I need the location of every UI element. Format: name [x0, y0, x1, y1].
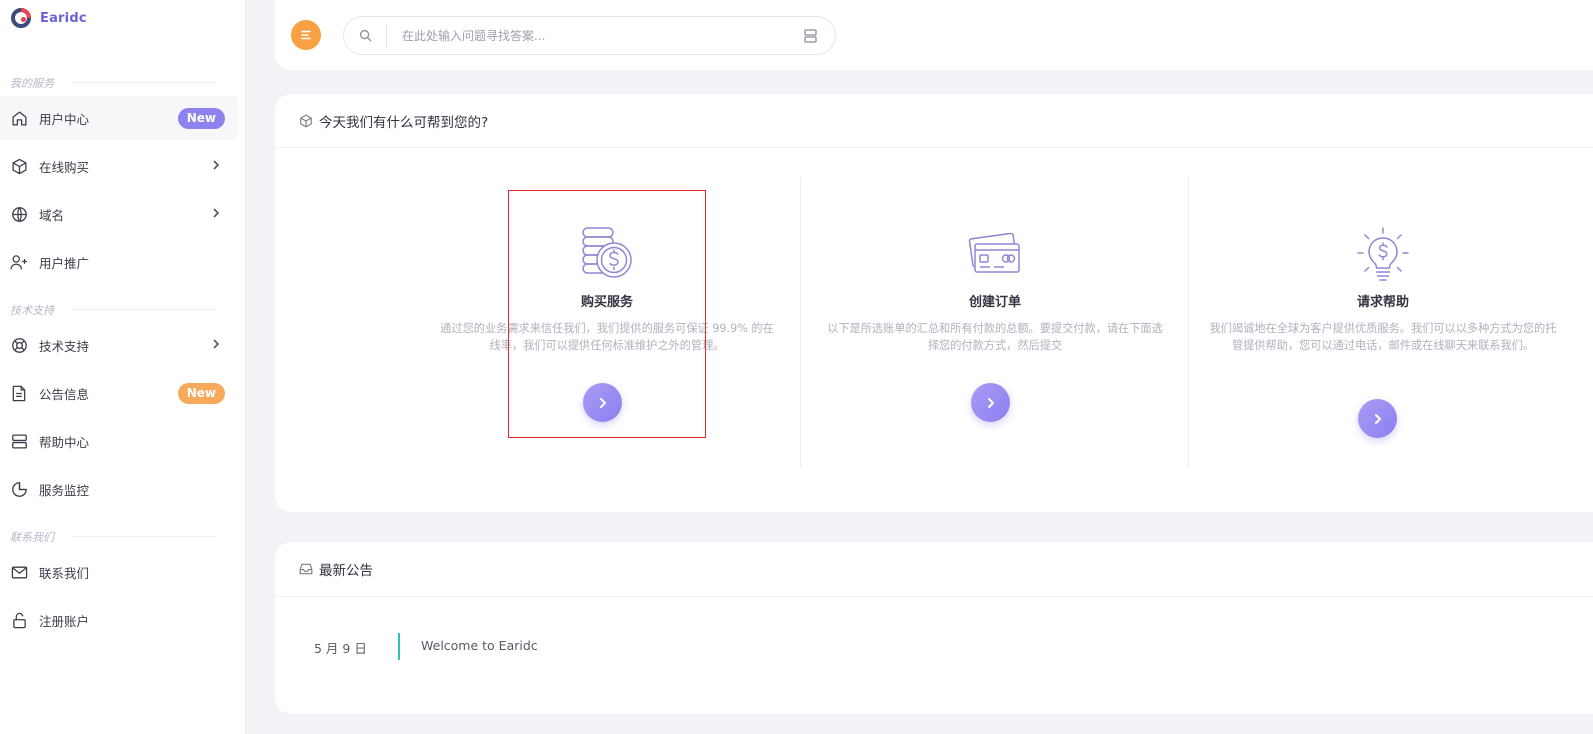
pie-chart-icon — [10, 480, 28, 498]
top-bar — [275, 0, 1593, 70]
document-icon — [10, 384, 28, 402]
announcement-row[interactable]: 5 月 9 日 Welcome to Earidc — [275, 632, 1593, 662]
sidebar: Earidc 我的服务 用户中心 New 在线购买 域名 用户推广 技术支持 技… — [0, 0, 246, 734]
inbox-icon — [299, 563, 313, 575]
menu-toggle-button[interactable] — [291, 20, 321, 50]
request-help-go-button[interactable] — [1358, 399, 1397, 438]
new-badge: New — [177, 108, 225, 129]
section-title-my-services: 我的服务 — [10, 77, 54, 90]
sidebar-item-label: 服务监控 — [39, 482, 90, 498]
sidebar-item-contact-us[interactable]: 联系我们 — [0, 550, 238, 594]
chevron-right-icon — [1374, 413, 1381, 424]
sidebar-item-help-center[interactable]: 帮助中心 — [0, 419, 238, 463]
sidebar-item-label: 用户中心 — [39, 111, 90, 127]
section-title-contact: 联系我们 — [10, 531, 54, 544]
sidebar-item-label: 帮助中心 — [39, 434, 90, 450]
announcement-link[interactable]: Welcome to Earidc — [421, 638, 538, 653]
home-icon — [10, 109, 28, 127]
help-card-header: 今天我们有什么可帮到您的? — [275, 94, 1593, 148]
column-title: 购买服务 — [580, 295, 633, 310]
announcement-date: 5 月 9 日 — [314, 641, 367, 656]
help-card-title: 今天我们有什么可帮到您的? — [319, 114, 489, 131]
announcement-card-header: 最新公告 — [275, 542, 1593, 597]
sidebar-item-label: 联系我们 — [39, 565, 90, 581]
announcement-card-title: 最新公告 — [319, 563, 373, 579]
section-divider — [72, 309, 216, 310]
brand-name: Earidc — [40, 10, 87, 26]
chevron-right-icon — [599, 397, 606, 408]
sidebar-item-domain[interactable]: 域名 — [0, 192, 238, 236]
logo-icon — [11, 8, 31, 28]
mail-icon — [10, 563, 28, 581]
sidebar-item-user-center[interactable]: 用户中心 New — [0, 96, 238, 140]
search-input[interactable] — [402, 26, 782, 46]
sidebar-item-service-monitor[interactable]: 服务监控 — [0, 467, 238, 511]
unlock-icon — [10, 611, 28, 629]
cube-icon — [300, 114, 312, 127]
globe-icon — [10, 205, 28, 223]
search-icon — [359, 29, 372, 42]
section-divider — [72, 82, 216, 83]
column-title: 请求帮助 — [1356, 295, 1409, 310]
sidebar-item-label: 注册账户 — [39, 613, 90, 629]
new-badge: New — [177, 383, 225, 404]
brand[interactable]: Earidc — [10, 7, 87, 29]
sidebar-item-register[interactable]: 注册账户 — [0, 598, 238, 642]
column-description: 以下是所选账单的汇总和所有付款的总额。要提交付款，请在下面选择您的付款方式，然后… — [827, 322, 1163, 352]
sidebar-item-announcements[interactable]: 公告信息 New — [0, 371, 238, 415]
buy-service-go-button[interactable] — [583, 383, 622, 422]
server-icon — [10, 432, 28, 450]
sidebar-item-label: 域名 — [39, 207, 65, 223]
announcement-bar — [398, 633, 400, 660]
chevron-right-icon — [987, 397, 994, 408]
box-icon — [10, 157, 28, 175]
section-divider — [72, 536, 216, 537]
column-title: 创建订单 — [968, 295, 1021, 310]
chevron-right-icon — [213, 160, 220, 170]
coins-dollar-icon — [582, 227, 632, 278]
search-divider — [386, 25, 387, 47]
column-description: 我们竭诚地在全球为客户提供优质服务。我们可以以多种方式为您的托管提供帮助，您可以… — [1209, 322, 1557, 352]
announcement-card: 最新公告 5 月 9 日 Welcome to Earidc — [275, 542, 1593, 714]
section-title-tech-support: 技术支持 — [10, 304, 54, 317]
menu-icon — [301, 30, 311, 40]
lifebuoy-icon — [10, 336, 28, 354]
sidebar-item-label: 技术支持 — [39, 338, 90, 354]
user-plus-icon — [10, 253, 28, 271]
sidebar-item-label: 公告信息 — [39, 386, 90, 402]
sidebar-item-label: 用户推广 — [39, 255, 90, 271]
lightbulb-dollar-icon — [1357, 227, 1409, 281]
sidebar-item-promotion[interactable]: 用户推广 — [0, 240, 238, 284]
sidebar-item-online-purchase[interactable]: 在线购买 — [0, 144, 238, 188]
create-order-go-button[interactable] — [971, 383, 1010, 422]
sidebar-item-label: 在线购买 — [39, 159, 90, 175]
search-box[interactable] — [343, 16, 836, 55]
chevron-right-icon — [213, 339, 220, 349]
chevron-right-icon — [213, 208, 220, 218]
sidebar-item-tech-support[interactable]: 技术支持 — [0, 323, 238, 367]
credit-cards-icon — [968, 233, 1020, 273]
filter-icon[interactable] — [804, 29, 817, 43]
column-description: 通过您的业务需求来信任我们，我们提供的服务可保证 99.9% 的在线率，我们可以… — [440, 322, 774, 352]
